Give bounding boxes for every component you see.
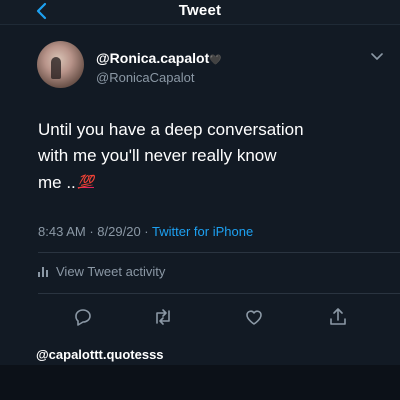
hundred-points-emoji: 💯 [77,174,94,189]
divider [38,293,400,294]
retweet-icon[interactable] [152,306,174,328]
share-icon[interactable] [327,306,349,328]
chevron-down-icon[interactable] [370,52,384,62]
tweet-meta: 8:43 AM · 8/29/20 · Twitter for iPhone [38,224,253,239]
like-icon[interactable] [243,306,265,328]
tweet-line: with me you'll never really know [38,146,277,165]
view-activity-link[interactable]: View Tweet activity [38,264,165,279]
tweet-date: 8/29/20 [97,224,141,239]
tweet-line-last: me .. 💯 [38,169,378,196]
reply-icon[interactable] [72,306,94,328]
author-display-name[interactable]: @Ronica.capalot🖤 [96,50,222,66]
nav-bar: Tweet [0,0,400,25]
tweet-line: Until you have a deep conversation [38,120,304,139]
watermark-credit: @capalottt.quotesss [36,347,164,362]
analytics-icon [38,266,48,277]
page-title: Tweet [178,2,222,19]
author-handle[interactable]: @RonicaCapalot [96,70,194,85]
meta-separator: · [89,224,94,239]
tweet-text: Until you have a deep conversation with … [38,117,378,196]
author-name-text: @Ronica.capalot [96,50,210,66]
bottom-area [0,365,400,400]
tweet-line-text: me .. [38,173,76,192]
meta-separator: · [144,224,149,239]
avatar[interactable] [37,41,84,88]
black-heart-emoji: 🖤 [209,55,222,66]
tweet-time: 8:43 AM [38,224,86,239]
tweet-source-link[interactable]: Twitter for iPhone [152,224,253,239]
divider [38,252,400,253]
view-activity-label: View Tweet activity [56,264,166,279]
tweet-actions [0,306,400,330]
